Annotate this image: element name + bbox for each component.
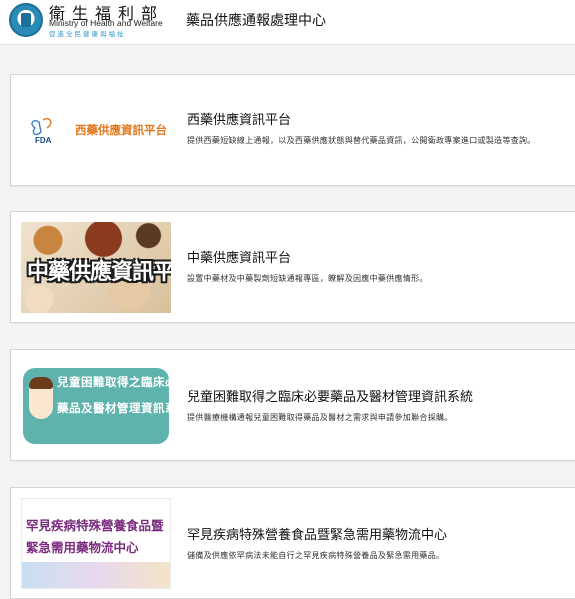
ministry-logo-english[interactable]: Ministry of Health and Welfare: [49, 18, 163, 28]
rare-disease-thumb-line2: 緊急需用藥物流中心: [26, 540, 139, 555]
thumb-decorative-strip: [22, 562, 170, 588]
site-header: 衛生福利部 Ministry of Health and Welfare 促進全…: [0, 0, 575, 45]
site-title[interactable]: 藥品供應通報處理中心: [186, 10, 326, 30]
platform-card-chinese-medicine[interactable]: 中藥供應資訊平台 中藥供應資訊平台 設置中藥材及中藥製劑短缺通報專區，瞭解及因應…: [10, 211, 575, 323]
card-description: 提供西藥短缺線上通報，以及西藥供應狀態與替代藥品資訊，公開衛政專案進口或製造等查…: [187, 136, 536, 145]
card-title[interactable]: 西藥供應資訊平台: [187, 109, 291, 128]
western-medicine-thumbnail[interactable]: FDA 西藥供應資訊平台: [21, 85, 171, 176]
card-description: 儲備及供應依罕病法未能自行之罕見疾病特殊營養品及緊急需用藥品。: [187, 551, 445, 560]
pediatric-thumb-line1: 兒童困難取得之臨床必要: [57, 375, 171, 389]
card-title[interactable]: 罕見疾病特殊營養食品暨緊急需用藥物流中心: [187, 524, 447, 543]
ministry-logo-tagline: 促進全民健康與福祉: [49, 30, 126, 38]
platform-card-pediatric-drugs[interactable]: 兒童困難取得之臨床必要 藥品及醫材管理資訊系統 兒童困難取得之臨床必要藥品及醫材…: [10, 349, 575, 461]
ministry-emblem-icon[interactable]: [9, 3, 43, 37]
western-medicine-thumb-label: 西藥供應資訊平台: [75, 123, 167, 137]
child-face-icon: [29, 377, 53, 419]
pediatric-thumb-line2: 藥品及醫材管理資訊系統: [57, 401, 171, 415]
rare-disease-thumb-line1: 罕見疾病特殊營養食品暨: [26, 518, 164, 533]
chinese-medicine-thumb-label: 中藥供應資訊平台: [27, 260, 171, 285]
card-title[interactable]: 中藥供應資訊平台: [187, 247, 291, 266]
card-title[interactable]: 兒童困難取得之臨床必要藥品及醫材管理資訊系統: [187, 386, 473, 405]
platform-card-western-medicine[interactable]: FDA 西藥供應資訊平台 西藥供應資訊平台 提供西藥短缺線上通報，以及西藥供應狀…: [10, 74, 575, 186]
card-description: 設置中藥材及中藥製劑短缺通報專區，瞭解及因應中藥供應情形。: [187, 274, 428, 283]
chinese-medicine-thumbnail[interactable]: 中藥供應資訊平台: [21, 222, 171, 313]
platform-card-rare-disease[interactable]: 罕見疾病特殊營養食品暨 緊急需用藥物流中心 罕見疾病特殊營養食品暨緊急需用藥物流…: [10, 487, 575, 599]
pediatric-drugs-thumbnail[interactable]: 兒童困難取得之臨床必要 藥品及醫材管理資訊系統: [21, 360, 171, 451]
card-description: 提供醫療機構通報兒童困難取得藥品及醫材之需求與申請參加聯合採購。: [187, 413, 453, 422]
fda-label: FDA: [35, 136, 52, 145]
rare-disease-thumbnail[interactable]: 罕見疾病特殊營養食品暨 緊急需用藥物流中心: [21, 498, 171, 589]
